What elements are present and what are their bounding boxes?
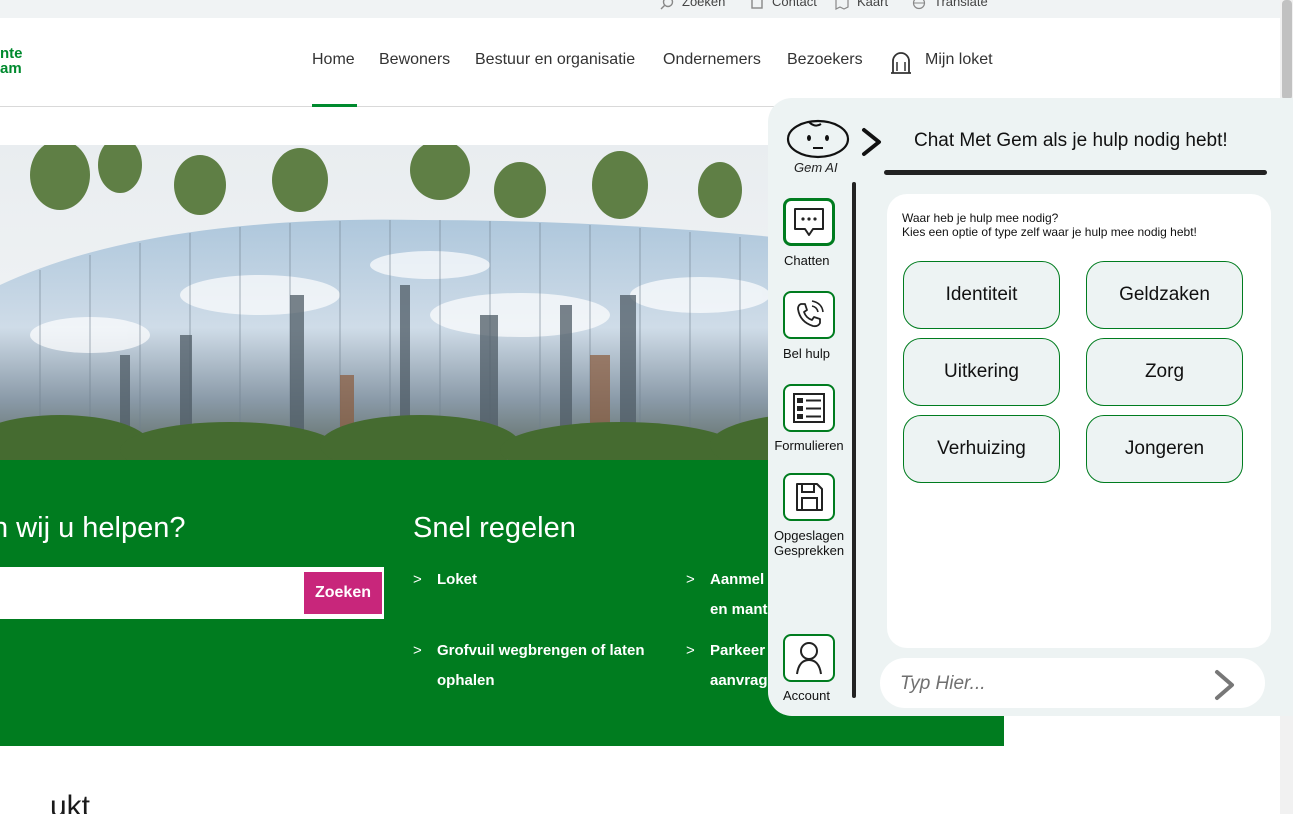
nav-ondernemers[interactable]: Ondernemers bbox=[663, 51, 761, 69]
user-icon bbox=[796, 642, 822, 675]
chat-input[interactable] bbox=[900, 670, 1190, 698]
save-icon bbox=[796, 483, 823, 511]
site-search-box: Zoeken bbox=[0, 567, 384, 619]
quick-link-aanmelden[interactable]: > Aanmel en mant bbox=[686, 565, 768, 625]
chevron-right-icon: > bbox=[686, 642, 695, 659]
option-identiteit[interactable]: Identiteit bbox=[903, 261, 1060, 329]
utility-bar: Zoeken Contact Kaart Translate bbox=[0, 0, 1280, 18]
sidebar-label-bel-hulp: Bel hulp bbox=[783, 346, 830, 361]
quick-link-parkeren[interactable]: > Parkeer aanvrag bbox=[686, 636, 768, 696]
sidebar-label-formulieren: Formulieren bbox=[774, 438, 844, 453]
search-icon bbox=[660, 0, 674, 10]
list-icon bbox=[793, 393, 825, 423]
site-header: nte am Home Bewoners Bestuur en organisa… bbox=[0, 18, 1280, 107]
loket-icon bbox=[891, 52, 911, 74]
nav-home[interactable]: Home bbox=[312, 51, 355, 69]
section-heading-fragment: ukt bbox=[50, 790, 91, 814]
logo[interactable]: nte am bbox=[0, 46, 23, 76]
chat-prompt-line-1: Waar heb je hulp mee nodig? bbox=[902, 211, 1059, 225]
sidebar-bel-hulp-button[interactable] bbox=[783, 291, 835, 339]
header-divider bbox=[884, 170, 1267, 175]
globe-icon bbox=[912, 0, 926, 9]
send-chevron-icon[interactable] bbox=[1212, 668, 1238, 702]
sidebar-label-account: Account bbox=[783, 688, 830, 703]
nav-bestuur[interactable]: Bestuur en organisatie bbox=[475, 51, 635, 69]
snel-regelen-title: Snel regelen bbox=[413, 512, 576, 544]
sidebar-formulieren-button[interactable] bbox=[783, 384, 835, 432]
option-geldzaken[interactable]: Geldzaken bbox=[1086, 261, 1243, 329]
chat-prompt: Waar heb je hulp mee nodig? Kies een opt… bbox=[902, 211, 1197, 239]
chat-header-title: Chat Met Gem als je hulp nodig hebt! bbox=[914, 130, 1228, 151]
collapse-chevron-icon[interactable] bbox=[859, 126, 885, 158]
utility-search-link[interactable]: Zoeken bbox=[660, 0, 725, 10]
page-scrollbar-thumb[interactable] bbox=[1282, 0, 1292, 100]
quick-link-loket[interactable]: > Loket bbox=[413, 565, 477, 595]
chat-prompt-line-2: Kies een optie of type zelf waar je hulp… bbox=[902, 225, 1197, 239]
chevron-right-icon: > bbox=[686, 571, 695, 588]
contact-icon bbox=[751, 0, 763, 9]
option-uitkering[interactable]: Uitkering bbox=[903, 338, 1060, 406]
logo-line-1: nte bbox=[0, 45, 23, 62]
option-verhuizing[interactable]: Verhuizing bbox=[903, 415, 1060, 483]
nav-bewoners[interactable]: Bewoners bbox=[379, 51, 450, 69]
gem-avatar-icon bbox=[786, 119, 850, 159]
utility-map-link[interactable]: Kaart bbox=[835, 0, 888, 10]
option-jongeren[interactable]: Jongeren bbox=[1086, 415, 1243, 483]
utility-contact-link[interactable]: Contact bbox=[750, 0, 817, 10]
site-search-button[interactable]: Zoeken bbox=[304, 572, 382, 614]
nav-active-indicator bbox=[312, 104, 357, 107]
quick-link-grofvuil[interactable]: > Grofvuil wegbrengen of laten ophalen bbox=[413, 636, 645, 696]
sidebar-label-chatten: Chatten bbox=[784, 253, 830, 268]
sidebar-account-button[interactable] bbox=[783, 634, 835, 682]
option-zorg[interactable]: Zorg bbox=[1086, 338, 1243, 406]
chevron-right-icon: > bbox=[413, 571, 422, 588]
logo-line-2: am bbox=[0, 60, 22, 77]
nav-mijn-loket[interactable]: Mijn loket bbox=[925, 51, 993, 69]
sidebar-divider bbox=[852, 182, 856, 698]
site-search-input[interactable] bbox=[2, 569, 302, 617]
phone-icon bbox=[797, 300, 824, 328]
assistant-name: Gem AI bbox=[794, 160, 838, 175]
nav-bezoekers[interactable]: Bezoekers bbox=[787, 51, 863, 69]
help-title: n wij u helpen? bbox=[0, 512, 186, 544]
chat-bubble-icon bbox=[794, 208, 824, 236]
utility-translate-link[interactable]: Translate bbox=[912, 0, 988, 10]
sidebar-chatten-button[interactable] bbox=[783, 198, 835, 246]
sidebar-label-opgeslagen: Opgeslagen Gesprekken bbox=[773, 528, 845, 558]
sidebar-opgeslagen-button[interactable] bbox=[783, 473, 835, 521]
map-icon bbox=[835, 0, 849, 10]
chevron-right-icon: > bbox=[413, 642, 422, 659]
